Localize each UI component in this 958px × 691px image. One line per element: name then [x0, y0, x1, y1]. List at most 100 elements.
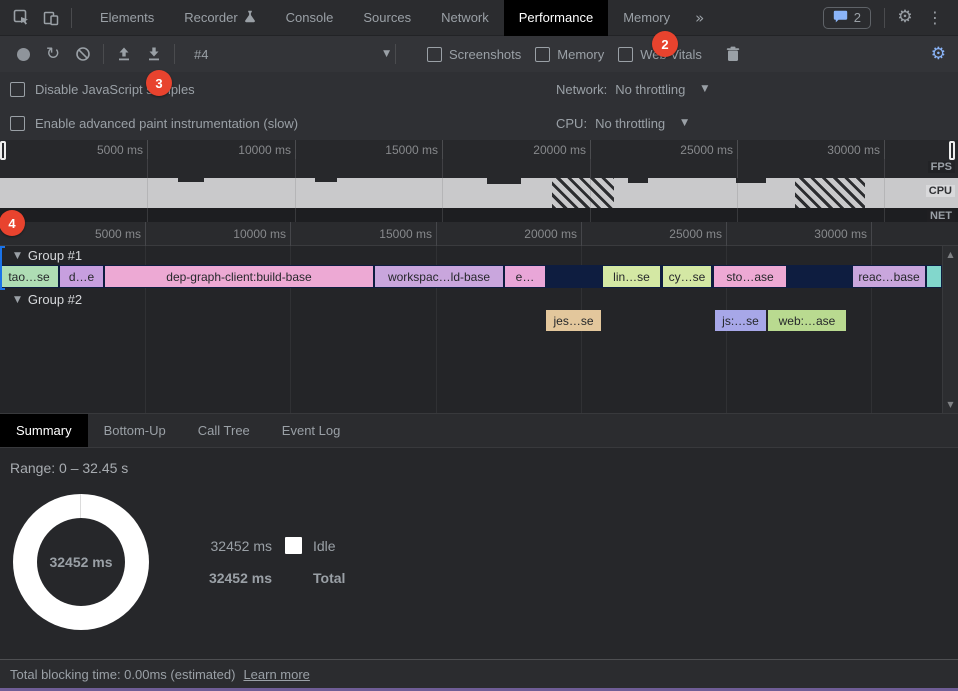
checkbox-box[interactable]	[618, 47, 633, 62]
checkbox-box[interactable]	[427, 47, 442, 62]
device-toolbar-icon[interactable]	[36, 4, 66, 32]
fps-lane-label: FPS	[928, 161, 955, 173]
flame-bar[interactable]: workspac…ld-base	[375, 266, 503, 287]
chevron-down-icon: ▼	[383, 49, 390, 59]
reload-and-record-button[interactable]: ↻	[38, 40, 68, 68]
flame-tick-label: 15000 ms	[350, 227, 432, 241]
tab-bottom-up[interactable]: Bottom-Up	[88, 414, 182, 447]
capture-settings-gear-icon[interactable]: ⚙	[931, 46, 946, 63]
save-profile-button[interactable]	[139, 40, 169, 68]
chat-icon	[833, 10, 848, 26]
flame-bar[interactable]	[927, 266, 941, 287]
flame-bar[interactable]: reac…base	[853, 266, 925, 287]
overview-tick-label: 5000 ms	[61, 143, 143, 157]
checkbox-advanced-paint[interactable]	[10, 116, 25, 131]
overview-left-handle[interactable]	[0, 141, 6, 160]
flame-tick-label: 30000 ms	[785, 227, 867, 241]
timeline-overview[interactable]: FPS CPU NET 5000 ms10000 ms15000 ms20000…	[0, 140, 958, 222]
learn-more-link[interactable]: Learn more	[243, 667, 309, 682]
cpu-throttling-select[interactable]: CPU: No throttling ▼	[556, 116, 688, 131]
clear-button[interactable]	[68, 40, 98, 68]
tab-summary[interactable]: Summary	[0, 414, 88, 447]
flame-bar[interactable]: cy…se	[663, 266, 711, 287]
tabbar-tabs: ElementsRecorderConsoleSourcesNetwork Per…	[85, 0, 685, 35]
inspect-icon[interactable]	[6, 4, 36, 32]
tab-event-log[interactable]: Event Log	[266, 414, 357, 447]
annotation-badge-2[interactable]: 2	[652, 31, 678, 57]
bottom-tabs: SummaryBottom-UpCall TreeEvent Log	[0, 413, 958, 448]
legend-idle-swatch	[285, 537, 302, 554]
flame-bar[interactable]: jes…se	[546, 310, 601, 331]
scroll-down-icon[interactable]: ▼	[943, 400, 958, 409]
group-1-header[interactable]: ▼ Group #1	[14, 248, 82, 263]
flame-bar[interactable]: lin…se	[603, 266, 660, 287]
overview-right-handle[interactable]	[949, 141, 955, 160]
tick-line	[442, 140, 443, 159]
network-throttling-select[interactable]: Network: No throttling ▼	[556, 82, 708, 97]
flame-tick-label: 5000 ms	[59, 227, 141, 241]
record-dot-icon	[17, 48, 30, 61]
overview-tick-label: 25000 ms	[651, 143, 733, 157]
flame-tick-label: 25000 ms	[640, 227, 722, 241]
group-label: Group #1	[28, 248, 82, 263]
group-2-header[interactable]: ▼ Group #2	[14, 292, 82, 307]
tab-elements[interactable]: Elements	[85, 0, 169, 36]
tab-performance[interactable]: Performance	[504, 0, 608, 36]
flame-bar[interactable]: d…e	[60, 266, 103, 287]
flame-bar[interactable]: e…	[505, 266, 545, 287]
checkbox-disable-js-samples[interactable]	[10, 82, 25, 97]
tick-line	[436, 222, 437, 246]
tab-network[interactable]: Network	[426, 0, 504, 36]
tab-recorder[interactable]: Recorder	[169, 0, 270, 36]
checkbox-screenshots[interactable]: Screenshots	[427, 47, 521, 62]
overview-tick-label: 10000 ms	[209, 143, 291, 157]
cpu-band-notch	[628, 178, 648, 183]
tab-sources[interactable]: Sources	[348, 0, 426, 36]
divider	[884, 8, 885, 28]
overview-tick-label: 15000 ms	[356, 143, 438, 157]
net-lane-label: NET	[927, 210, 955, 222]
chat-count: 2	[854, 10, 861, 25]
tab-label: Memory	[623, 10, 670, 25]
settings-gear-icon[interactable]: ⚙	[890, 4, 920, 32]
console-messages-button[interactable]: 2	[823, 7, 871, 29]
flame-chart[interactable]: ▼ Group #1 tao…sed…edep-graph-client:bui…	[0, 222, 958, 413]
scroll-up-icon[interactable]: ▲	[943, 250, 958, 259]
more-options-icon[interactable]: ⋮	[920, 4, 950, 32]
grid-line	[442, 159, 443, 222]
tick-line	[737, 140, 738, 159]
tab-label: Performance	[519, 10, 593, 25]
checkbox-label: Screenshots	[449, 47, 521, 62]
flame-bar[interactable]: js:…se	[715, 310, 766, 331]
flame-bar[interactable]: tao…se	[0, 266, 58, 287]
more-tabs-button[interactable]: »	[685, 0, 714, 36]
legend-total-value: 32452 ms	[180, 570, 272, 586]
flame-bar[interactable]: dep-graph-client:build-base	[105, 266, 373, 287]
load-profile-button[interactable]	[109, 40, 139, 68]
tick-line	[290, 222, 291, 246]
delete-recording-button[interactable]	[718, 40, 748, 68]
flame-bar[interactable]: web:…ase	[768, 310, 846, 331]
flame-bar[interactable]: sto…ase	[714, 266, 786, 287]
annotation-badge-3[interactable]: 3	[146, 70, 172, 96]
annotation-badge-4[interactable]: 4	[0, 210, 25, 236]
checkbox-box[interactable]	[535, 47, 550, 62]
vertical-scrollbar[interactable]: ▲ ▼	[942, 246, 958, 413]
tab-console[interactable]: Console	[271, 0, 349, 36]
divider	[71, 8, 72, 28]
cpu-band-notch	[178, 178, 204, 182]
tab-memory[interactable]: Memory	[608, 0, 685, 36]
devtools-tabbar: ElementsRecorderConsoleSourcesNetwork Per…	[0, 0, 958, 36]
tab-call-tree[interactable]: Call Tree	[182, 414, 266, 447]
collapse-triangle-icon: ▼	[14, 251, 21, 261]
cpu-label: CPU:	[556, 116, 587, 131]
flame-tick-label: 20000 ms	[495, 227, 577, 241]
tick-line	[295, 140, 296, 159]
network-value: No throttling	[615, 82, 685, 97]
history-select[interactable]: #4 ▼	[194, 47, 390, 62]
cpu-band-notch	[487, 178, 521, 184]
flame-lane-2: jes…se js:…seweb:…ase	[0, 309, 942, 332]
cpu-lane-label: CPU	[926, 185, 955, 197]
record-button[interactable]	[8, 40, 38, 68]
checkbox-memory[interactable]: Memory	[535, 47, 604, 62]
